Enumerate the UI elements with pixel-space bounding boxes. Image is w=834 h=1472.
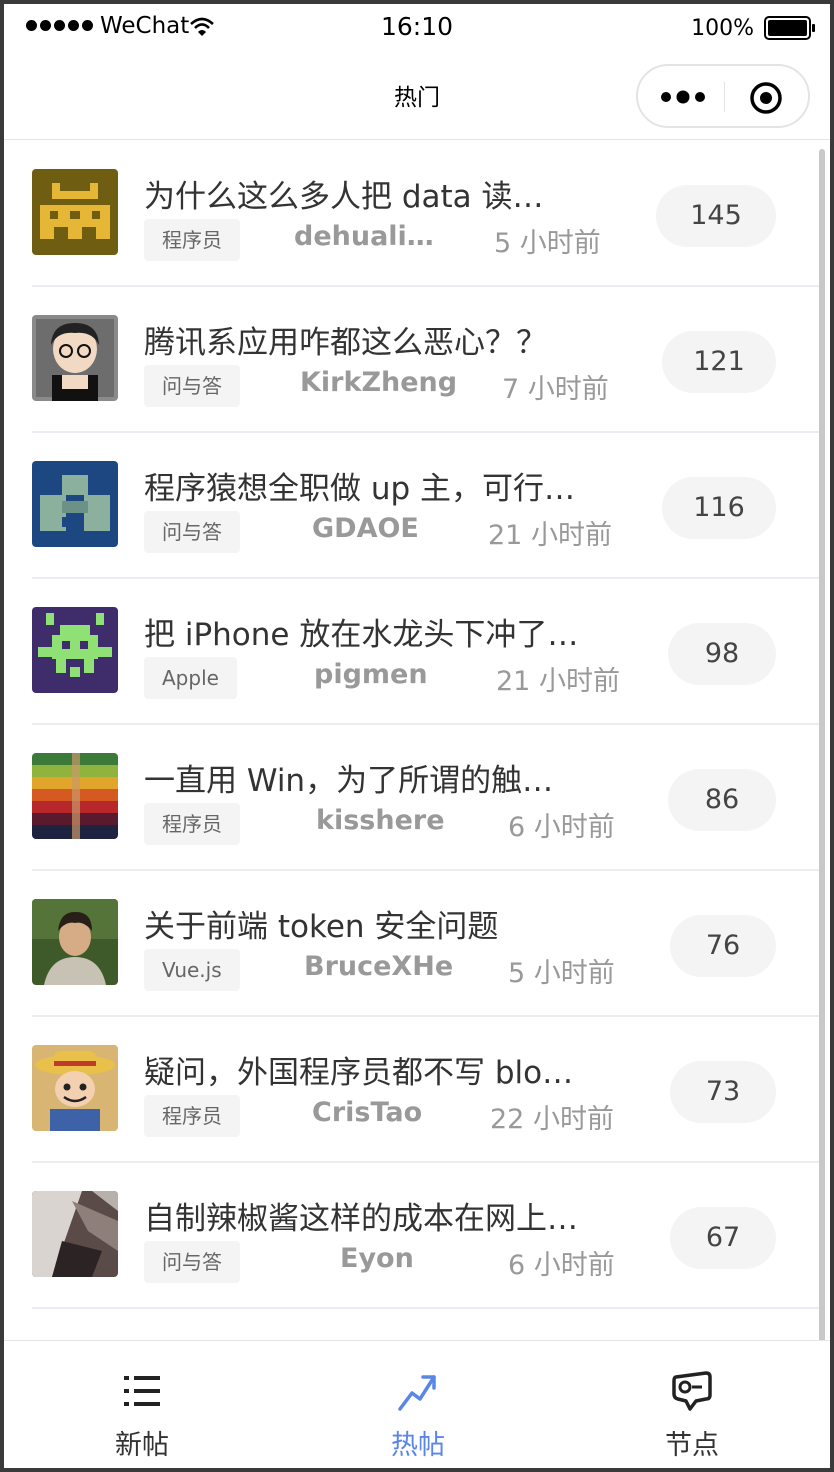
post-list: 为什么这么多人把 data 读… 程序员 dehuali… 5 小时前 145 … — [4, 141, 830, 1339]
post-title: 程序猿想全职做 up 主，可行… — [144, 471, 576, 507]
author-name[interactable]: pigmen — [314, 659, 428, 690]
blue-pixel-avatar — [32, 461, 118, 547]
cartoon-glasses-avatar — [32, 315, 118, 401]
author-name[interactable]: GDAOE — [312, 513, 419, 544]
tab-new-posts[interactable]: 新帖 — [62, 1341, 222, 1468]
author-name[interactable]: BruceXHe — [304, 951, 453, 982]
battery-icon — [764, 16, 815, 40]
post-time: 21 小时前 — [496, 666, 620, 697]
reply-count-badge: 67 — [670, 1207, 776, 1269]
post-time: 22 小时前 — [490, 1104, 614, 1135]
list-item[interactable]: 自制辣椒酱这样的成本在网上… 问与答 Eyon 6 小时前 67 — [32, 1163, 822, 1309]
author-name[interactable]: CrisTao — [312, 1097, 422, 1128]
scrollbar[interactable] — [819, 149, 825, 1347]
reply-count-badge: 98 — [668, 623, 776, 685]
tab-hot-posts[interactable]: 热帖 — [338, 1341, 498, 1468]
reply-count-badge: 145 — [656, 185, 776, 247]
post-title: 为什么这么多人把 data 读… — [144, 179, 544, 215]
navigation-bar: 热门 — [4, 48, 830, 140]
tab-bar: 新帖 热帖 节点 — [4, 1340, 830, 1468]
author-name[interactable]: dehuali… — [294, 221, 434, 252]
post-title: 疑问，外国程序员都不写 blo… — [144, 1055, 574, 1091]
tab-label: 节点 — [665, 1430, 719, 1461]
space-invader-avatar — [32, 607, 118, 693]
phone-screen: WeChat 16:10 100% 热门 为什么这么多人把 data 读… 程序… — [4, 4, 830, 1468]
photo-abstract-avatar — [32, 1191, 118, 1277]
reply-count-badge: 86 — [668, 769, 776, 831]
list-item[interactable]: 一直用 Win，为了所谓的触… 程序员 kisshere 6 小时前 86 — [32, 725, 822, 871]
straw-hat-avatar — [32, 1045, 118, 1131]
reply-count-badge: 121 — [662, 331, 776, 393]
tag-icon — [672, 1371, 712, 1411]
post-time: 5 小时前 — [494, 228, 601, 259]
list-icon — [124, 1376, 160, 1406]
yellow-pixel-avatar — [32, 169, 118, 255]
photo-person-avatar — [32, 899, 118, 985]
node-tag[interactable]: Vue.js — [144, 949, 240, 991]
list-item[interactable]: 为什么这么多人把 data 读… 程序员 dehuali… 5 小时前 145 — [32, 141, 822, 287]
node-tag[interactable]: Apple — [144, 657, 237, 699]
post-title: 一直用 Win，为了所谓的触… — [144, 763, 554, 799]
tab-label: 新帖 — [115, 1430, 169, 1461]
post-time: 21 小时前 — [488, 520, 612, 551]
node-tag[interactable]: 程序员 — [144, 219, 240, 261]
mini-program-capsule — [636, 64, 810, 128]
capsule-divider — [724, 82, 725, 112]
author-name[interactable]: Eyon — [340, 1243, 414, 1274]
node-tag[interactable]: 问与答 — [144, 1241, 240, 1283]
post-time: 6 小时前 — [508, 812, 615, 843]
reply-count-badge: 76 — [670, 915, 776, 977]
list-item[interactable]: 把 iPhone 放在水龙头下冲了… Apple pigmen 21 小时前 9… — [32, 579, 822, 725]
node-tag[interactable]: 问与答 — [144, 365, 240, 407]
list-item[interactable]: 疑问，外国程序员都不写 blo… 程序员 CrisTao 22 小时前 73 — [32, 1017, 822, 1163]
tab-nodes[interactable]: 节点 — [612, 1341, 772, 1468]
post-time: 7 小时前 — [502, 374, 609, 405]
node-tag[interactable]: 程序员 — [144, 1095, 240, 1137]
node-tag[interactable]: 程序员 — [144, 803, 240, 845]
list-item[interactable]: 程序猿想全职做 up 主，可行… 问与答 GDAOE 21 小时前 116 — [32, 433, 822, 579]
post-title: 自制辣椒酱这样的成本在网上… — [144, 1201, 578, 1237]
list-item[interactable]: 腾讯系应用咋都这么恶心？？ 问与答 KirkZheng 7 小时前 121 — [32, 287, 822, 433]
status-bar: WeChat 16:10 100% — [4, 4, 830, 48]
post-title: 腾讯系应用咋都这么恶心？？ — [144, 325, 547, 361]
tab-label: 热帖 — [391, 1430, 445, 1461]
post-time: 6 小时前 — [508, 1250, 615, 1281]
close-target-icon[interactable] — [748, 80, 784, 116]
node-tag[interactable]: 问与答 — [144, 511, 240, 553]
more-icon[interactable] — [658, 84, 708, 110]
post-title: 把 iPhone 放在水龙头下冲了… — [144, 617, 579, 653]
trending-icon — [398, 1375, 436, 1411]
reply-count-badge: 116 — [662, 477, 776, 539]
stripes-avatar — [32, 753, 118, 839]
author-name[interactable]: kisshere — [316, 805, 445, 836]
post-time: 5 小时前 — [508, 958, 615, 989]
author-name[interactable]: KirkZheng — [300, 367, 457, 398]
battery-percent: 100% — [691, 16, 754, 41]
post-title: 关于前端 token 安全问题 — [144, 909, 499, 945]
list-item[interactable]: 关于前端 token 安全问题 Vue.js BruceXHe 5 小时前 76 — [32, 871, 822, 1017]
reply-count-badge: 73 — [670, 1061, 776, 1123]
